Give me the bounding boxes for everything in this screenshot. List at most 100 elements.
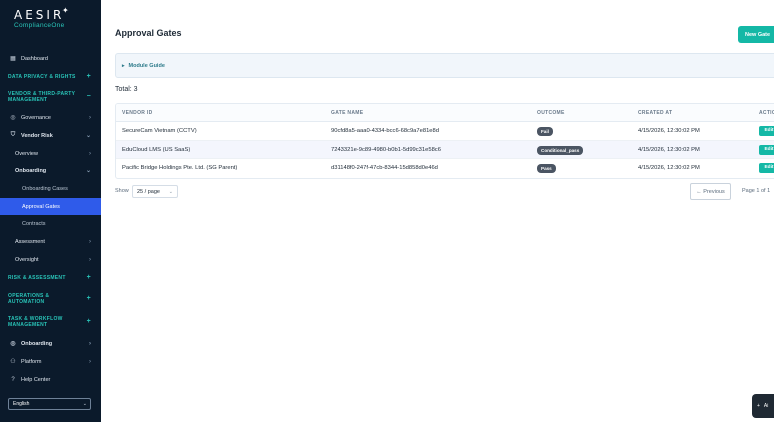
plus-icon: + [86, 274, 91, 281]
sidebar-item-onboarding[interactable]: Onboarding ⌄ [0, 166, 101, 175]
language-value: English [13, 401, 30, 407]
chevron-right-icon: › [89, 238, 91, 245]
previous-page-button[interactable]: ← Previous [690, 183, 731, 200]
section-label: TASK & WORKFLOW MANAGEMENT [8, 316, 63, 328]
section-vendor-management[interactable]: VENDOR & THIRD-PARTY MANAGEMENT − [0, 89, 101, 105]
module-guide-label: Module Guide [128, 62, 165, 69]
plus-icon: + [757, 403, 760, 409]
created-at-cell: 4/15/2026, 12:30:02 PM [638, 165, 700, 171]
onboarding-icon: ◎ [10, 341, 16, 347]
sidebar-item-contracts[interactable]: Contracts [0, 219, 101, 228]
sidebar-item-assessment[interactable]: Assessment › [0, 237, 101, 246]
chevron-right-icon: › [89, 256, 91, 263]
sidebar-item-label: Help Center [21, 376, 51, 383]
section-operations[interactable]: OPERATIONS & AUTOMATION + [0, 291, 101, 307]
table-row[interactable]: Pacific Bridge Holdings Pte. Ltd. (SG Pa… [116, 159, 774, 178]
sidebar: AESIR ✦ ComplianceOne ▦ Dashboard DATA P… [0, 0, 101, 422]
module-guide-toggle[interactable]: ▸ Module Guide [115, 53, 774, 78]
sidebar-item-label: Vendor Risk [21, 132, 53, 139]
vendor-cell: Pacific Bridge Holdings Pte. Ltd. (SG Pa… [122, 165, 238, 171]
language-select[interactable]: English ⌄ [8, 398, 91, 410]
ai-assistant-button[interactable]: + Ai [752, 394, 774, 418]
vendor-cell: EduCloud LMS (US SaaS) [122, 146, 191, 153]
user-icon: ⚇ [10, 359, 16, 365]
sidebar-item-help-center[interactable]: ? Help Center [0, 375, 101, 384]
chevron-down-icon: ⌄ [82, 401, 87, 407]
vendor-cell: SecureCam Vietnam (CCTV) [122, 128, 197, 134]
caret-right-icon: ▸ [122, 62, 125, 69]
gate-name-cell: 90cfd8a5-aaa0-4334-bcc6-68c9a7e81e8d [331, 128, 439, 134]
table-row[interactable]: EduCloud LMS (US SaaS) 7243321e-9c89-498… [116, 140, 774, 159]
brand-subtitle: ComplianceOne [14, 22, 65, 29]
grid-icon: ▦ [10, 56, 16, 62]
plus-icon: + [86, 318, 91, 325]
ai-assistant-label: Ai [763, 403, 769, 409]
column-header-created-at[interactable]: CREATED AT [638, 104, 672, 122]
chevron-down-icon: ⌄ [85, 133, 91, 139]
sidebar-item-overview[interactable]: Overview › [0, 149, 101, 158]
page-info: Page 1 of 1 [742, 188, 771, 194]
sidebar-item-onboarding-cases[interactable]: Onboarding Cases [0, 184, 101, 193]
column-header-action: ACTIO [759, 110, 774, 116]
plus-icon: + [86, 295, 91, 302]
new-gate-button[interactable]: New Gate [738, 26, 774, 43]
approval-gates-table: VENDOR ID GATE NAME OUTCOME CREATED AT A… [115, 103, 774, 179]
app: AESIR ✦ ComplianceOne ▦ Dashboard DATA P… [0, 0, 774, 422]
page-size-label: Show [115, 188, 129, 194]
chevron-right-icon: › [89, 340, 91, 347]
total-count: Total: 3 [115, 86, 138, 93]
sidebar-item-dashboard[interactable]: ▦ Dashboard [0, 54, 101, 63]
created-at-cell: 4/15/2026, 12:30:02 PM [638, 128, 700, 134]
main-content: Approval Gates New Gate ▸ Module Guide T… [101, 0, 774, 422]
page-size-value: 25 / page [137, 188, 160, 195]
sidebar-item-label: Onboarding Cases [22, 185, 68, 192]
column-header-outcome[interactable]: OUTCOME [537, 104, 565, 122]
section-risk-assessment[interactable]: RISK & ASSESSMENT + [0, 274, 101, 282]
plus-icon: + [86, 73, 91, 80]
new-gate-label: New Gate [745, 31, 771, 38]
gate-name-cell: d31148f0-247f-47cb-8344-15d858d0e46d [331, 165, 438, 171]
edit-button[interactable]: Edit [759, 163, 774, 173]
section-label: RISK & ASSESSMENT [8, 275, 66, 281]
star-icon: ✦ [62, 6, 69, 15]
page-title: Approval Gates [115, 28, 182, 38]
chevron-down-icon: ⌄ [85, 168, 91, 174]
shield-icon: ⛉ [10, 132, 16, 138]
table-row[interactable]: SecureCam Vietnam (CCTV) 90cfd8a5-aaa0-4… [116, 122, 774, 141]
sidebar-item-label: Dashboard [21, 55, 48, 62]
sidebar-item-label: Governance [21, 114, 51, 121]
sidebar-item-onboarding-main[interactable]: ◎ Onboarding › [0, 339, 101, 348]
sidebar-item-label: Platform [21, 358, 42, 365]
sidebar-item-governance[interactable]: ◎ Governance › [0, 113, 101, 122]
sidebar-item-vendor-risk[interactable]: ⛉ Vendor Risk ⌄ [0, 131, 101, 140]
sidebar-item-label: Onboarding [21, 340, 53, 347]
brand-name: AESIR [14, 8, 65, 22]
sidebar-item-approval-gates[interactable]: Approval Gates [0, 198, 101, 215]
section-task-workflow[interactable]: TASK & WORKFLOW MANAGEMENT + [0, 314, 101, 330]
page-size-select[interactable]: 25 / page ⌄ [132, 185, 178, 198]
outcome-badge: Conditional_pass [537, 145, 584, 155]
column-header-vendor-id[interactable]: VENDOR ID [122, 104, 152, 122]
help-icon: ? [11, 376, 15, 383]
sidebar-item-label: Oversight [15, 256, 39, 263]
sidebar-item-label: Overview [15, 150, 38, 157]
section-data-privacy[interactable]: DATA PRIVACY & RIGHTS + [0, 73, 101, 81]
chevron-right-icon: › [89, 358, 91, 365]
column-header-gate-name[interactable]: GATE NAME [331, 104, 363, 122]
table-header: VENDOR ID GATE NAME OUTCOME CREATED AT A… [116, 104, 774, 122]
section-label: OPERATIONS & AUTOMATION [8, 293, 50, 305]
sidebar-item-label: Contracts [22, 220, 46, 227]
outcome-badge: Pass [537, 164, 556, 173]
sidebar-item-oversight[interactable]: Oversight › [0, 255, 101, 264]
brand-logo[interactable]: AESIR ✦ ComplianceOne [14, 6, 94, 34]
sidebar-item-platform[interactable]: ⚇ Platform › [0, 357, 101, 366]
edit-button[interactable]: Edit [759, 126, 774, 136]
edit-button[interactable]: Edit [759, 144, 774, 155]
section-label: DATA PRIVACY & RIGHTS [8, 74, 76, 80]
minus-icon: − [86, 93, 91, 100]
previous-label: ← Previous [696, 188, 725, 195]
sidebar-item-label: Assessment [15, 238, 45, 245]
gate-name-cell: 7243321e-9c89-4980-b0b1-5d99c31e58c6 [331, 146, 441, 153]
chevron-right-icon: › [89, 114, 91, 121]
sidebar-item-label: Approval Gates [22, 203, 60, 210]
